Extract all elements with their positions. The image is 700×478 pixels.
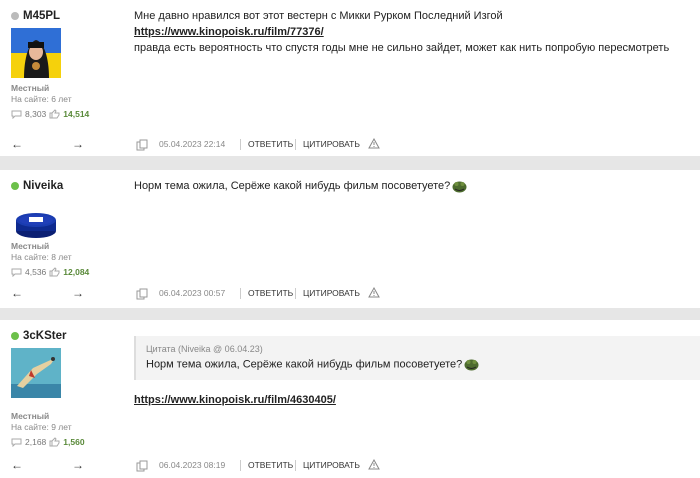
next-arrow-icon[interactable]: → [72,458,84,472]
likes-count: 1,560 [63,437,85,447]
username-label[interactable]: M45PL [23,10,60,22]
post-date: 05.04.2023 22:14 [159,139,226,149]
copy-link-icon[interactable] [136,460,148,472]
post-footer: ← → 06.04.2023 08:19 ОТВЕТИТЬ ЦИТИРОВАТЬ [0,456,700,476]
divider [240,139,241,150]
forum-post: Niveika Местный На сайте: 8 лет 4,536 12… [0,170,700,308]
copy-link-icon[interactable] [136,139,148,151]
user-role: Местный [11,83,50,93]
divider [240,288,241,299]
likes-icon [49,267,60,277]
likes-icon [49,437,60,447]
username-label[interactable]: 3cKSter [23,330,66,342]
next-arrow-icon[interactable]: → [72,286,84,300]
prev-arrow-icon[interactable]: ← [11,137,23,151]
likes-count: 12,084 [63,267,90,277]
username-label[interactable]: Niveika [23,180,63,192]
prev-arrow-icon[interactable]: ← [11,458,23,472]
username[interactable]: Niveika [11,178,121,194]
quote-header[interactable]: Цитата (Niveika @ 06.04.23) [146,344,263,354]
reply-button[interactable]: ОТВЕТИТЬ [248,288,293,298]
likes-icon [49,109,60,119]
post-author: Niveika Местный На сайте: 8 лет 4,536 12… [11,178,121,277]
post-footer: ← → 06.04.2023 00:57 ОТВЕТИТЬ ЦИТИРОВАТЬ [0,284,700,304]
report-warning-icon[interactable] [368,287,380,298]
user-stats: 2,168 1,560 [11,437,85,447]
frog-smiley-icon [464,359,479,371]
quote-text: Норм тема ожила, Серёже какой нибудь фил… [146,358,463,371]
divider [295,139,296,150]
next-arrow-icon[interactable]: → [72,137,84,151]
quote-button[interactable]: ЦИТИРОВАТЬ [303,460,360,470]
forum-post: M45PL Местный На сайте: 6 лет 8,303 14,5… [0,0,700,156]
prev-arrow-icon[interactable]: ← [11,286,23,300]
divider [240,460,241,471]
avatar[interactable] [11,348,61,398]
quote-button[interactable]: ЦИТИРОВАТЬ [303,288,360,298]
messages-count: 8,303 [25,109,47,119]
post-date: 06.04.2023 00:57 [159,288,226,298]
quote-text-row: Норм тема ожила, Серёже какой нибудь фил… [146,358,479,371]
post-footer: ← → 05.04.2023 22:14 ОТВЕТИТЬ ЦИТИРОВАТЬ [0,135,700,155]
messages-count: 2,168 [25,437,47,447]
post-link[interactable]: https://www.kinopoisk.ru/film/77376/ [134,26,324,38]
post-author: 3cKSter Местный На сайте: 9 лет 2,168 1,… [11,328,121,447]
copy-link-icon[interactable] [136,288,148,300]
post-text: правда есть вероятность что спустя годы … [134,42,670,54]
post-text: Норм тема ожила, Серёже какой нибудь фил… [134,180,451,192]
user-since: На сайте: 9 лет [11,422,72,432]
online-status-dot [11,12,19,20]
user-since: На сайте: 6 лет [11,94,72,104]
user-stats: 8,303 14,514 [11,109,89,119]
quote-block: Цитата (Niveika @ 06.04.23) Норм тема ож… [134,336,700,380]
reply-button[interactable]: ОТВЕТИТЬ [248,139,293,149]
report-warning-icon[interactable] [368,138,380,149]
username[interactable]: 3cKSter [11,328,121,344]
messages-icon [11,110,22,119]
avatar[interactable] [11,28,61,78]
post-body: https://www.kinopoisk.ru/film/4630405/ [134,392,336,408]
likes-count: 14,514 [63,109,90,119]
online-status-dot [11,182,19,190]
post-date: 06.04.2023 08:19 [159,460,226,470]
reply-button[interactable]: ОТВЕТИТЬ [248,460,293,470]
user-role: Местный [11,241,50,251]
post-body: Мне давно нравился вот этот вестерн с Ми… [134,8,669,56]
username[interactable]: M45PL [11,8,121,24]
online-status-dot [11,332,19,340]
divider [295,460,296,471]
messages-count: 4,536 [25,267,47,277]
post-body: Норм тема ожила, Серёже какой нибудь фил… [134,178,467,194]
user-role: Местный [11,411,50,421]
user-stats: 4,536 12,084 [11,267,89,277]
post-author: M45PL Местный На сайте: 6 лет 8,303 14,5… [11,8,121,119]
frog-smiley-icon [452,181,467,193]
post-link[interactable]: https://www.kinopoisk.ru/film/4630405/ [134,394,336,406]
divider [295,288,296,299]
forum-post: 3cKSter Местный На сайте: 9 лет 2,168 1,… [0,320,700,478]
user-since: На сайте: 8 лет [11,252,72,262]
messages-icon [11,268,22,277]
quote-button[interactable]: ЦИТИРОВАТЬ [303,139,360,149]
report-warning-icon[interactable] [368,459,380,470]
post-text: Мне давно нравился вот этот вестерн с Ми… [134,10,503,22]
messages-icon [11,438,22,447]
